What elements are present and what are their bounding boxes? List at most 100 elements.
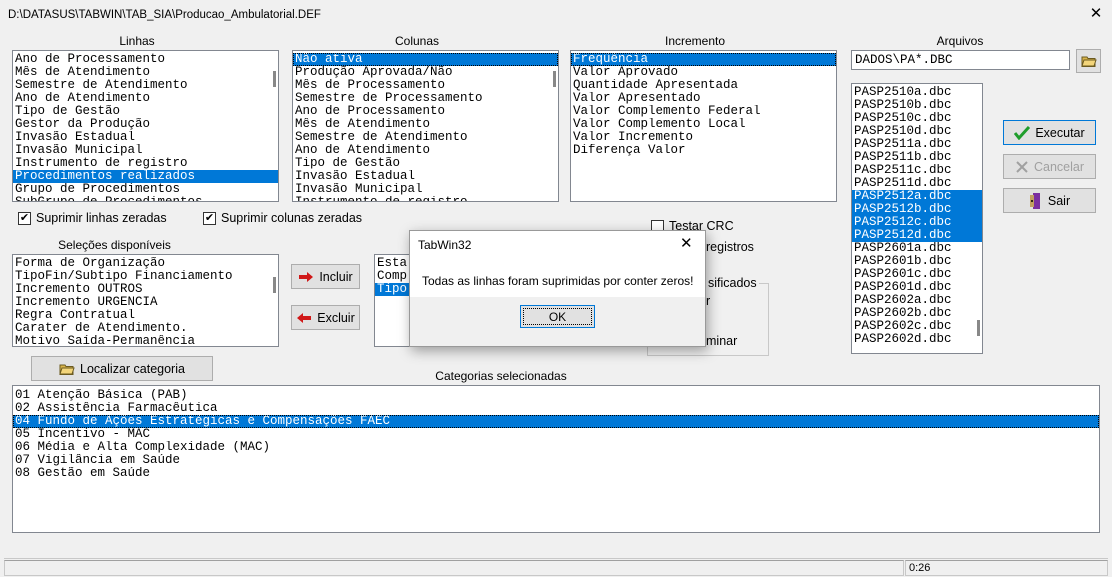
- colunas-item[interactable]: Invasão Municipal: [293, 183, 558, 196]
- selected-items-list[interactable]: Esta Comp Tipo: [374, 254, 414, 347]
- colunas-item[interactable]: Instrumento de registro: [293, 196, 558, 201]
- suprimir-linhas-checkbox[interactable]: ✔ Suprimir linhas zeradas: [18, 211, 167, 225]
- linhas-scrollbar[interactable]: [273, 71, 276, 87]
- linhas-item[interactable]: Procedimentos realizados: [13, 170, 278, 183]
- selecao-item[interactable]: Incremento OUTROS: [13, 283, 278, 296]
- categoria-item[interactable]: 07 Vigilância em Saúde: [13, 454, 1099, 467]
- selected-item[interactable]: Tipo: [375, 283, 413, 296]
- colunas-item[interactable]: Mês de Atendimento: [293, 118, 558, 131]
- arquivo-item[interactable]: PASP2601b.dbc: [852, 255, 982, 268]
- linhas-item[interactable]: Ano de Processamento: [13, 53, 278, 66]
- categoria-item[interactable]: 05 Incentivo - MAC: [13, 428, 1099, 441]
- linhas-item[interactable]: Ano de Atendimento: [13, 92, 278, 105]
- arquivo-item[interactable]: PASP2601a.dbc: [852, 242, 982, 255]
- linhas-item[interactable]: Instrumento de registro: [13, 157, 278, 170]
- linhas-item[interactable]: Grupo de Procedimentos: [13, 183, 278, 196]
- linhas-item[interactable]: Tipo de Gestão: [13, 105, 278, 118]
- incremento-item[interactable]: Valor Complemento Federal: [571, 105, 836, 118]
- selecoes-list[interactable]: Forma de Organização TipoFin/Subtipo Fina…: [12, 254, 279, 347]
- arquivo-item[interactable]: PASP2512c.dbc: [852, 216, 982, 229]
- colunas-item[interactable]: Invasão Estadual: [293, 170, 558, 183]
- arquivo-item[interactable]: PASP2602d.dbc: [852, 333, 982, 346]
- arquivo-item[interactable]: PASP2512d.dbc: [852, 229, 982, 242]
- linhas-list[interactable]: Ano de Processamento Mês de Atendimento Se…: [12, 50, 279, 202]
- folder-open-icon: [59, 364, 75, 375]
- dialog-ok-button[interactable]: OK: [520, 305, 595, 328]
- arquivos-scrollbar[interactable]: [977, 320, 980, 336]
- arquivo-item[interactable]: PASP2602a.dbc: [852, 294, 982, 307]
- sair-button[interactable]: Sair: [1003, 188, 1096, 213]
- selecoes-scrollbar[interactable]: [273, 277, 276, 293]
- arquivo-item[interactable]: PASP2512a.dbc: [852, 190, 982, 203]
- incremento-item[interactable]: Freqüência: [571, 53, 836, 66]
- arquivo-item[interactable]: PASP2601d.dbc: [852, 281, 982, 294]
- suprimir-colunas-checkbox[interactable]: ✔ Suprimir colunas zeradas: [203, 211, 362, 225]
- arquivo-item[interactable]: PASP2602b.dbc: [852, 307, 982, 320]
- arquivo-item[interactable]: PASP2511d.dbc: [852, 177, 982, 190]
- cancelar-button[interactable]: Cancelar: [1003, 154, 1096, 179]
- colunas-item[interactable]: Ano de Processamento: [293, 105, 558, 118]
- focus-rect: [523, 308, 592, 325]
- linhas-item[interactable]: Invasão Estadual: [13, 131, 278, 144]
- linhas-item[interactable]: Semestre de Atendimento: [13, 79, 278, 92]
- arquivo-item[interactable]: PASP2510d.dbc: [852, 125, 982, 138]
- selecao-item[interactable]: Carater de Atendimento.: [13, 322, 278, 335]
- arquivo-item[interactable]: PASP2512b.dbc: [852, 203, 982, 216]
- localizar-categoria-label: Localizar categoria: [80, 361, 185, 376]
- dialog-close-icon[interactable]: ✕: [680, 234, 693, 252]
- categoria-item[interactable]: 01 Atenção Básica (PAB): [13, 389, 1099, 402]
- incremento-item[interactable]: Valor Incremento: [571, 131, 836, 144]
- arquivos-list[interactable]: PASP2510a.dbc PASP2510b.dbc PASP2510c.dbc P…: [851, 83, 983, 354]
- incremento-list[interactable]: Freqüência Valor Aprovado Quantidade Apres…: [570, 50, 837, 202]
- categorias-list[interactable]: 01 Atenção Básica (PAB) 02 Assistência Fa…: [12, 385, 1100, 533]
- incluir-button[interactable]: Incluir: [291, 264, 360, 289]
- colunas-item[interactable]: Mês de Processamento: [293, 79, 558, 92]
- selecao-item[interactable]: Motivo Saída-Permanência: [13, 335, 278, 346]
- categoria-item[interactable]: 02 Assistência Farmacêutica: [13, 402, 1099, 415]
- selected-item[interactable]: Esta: [375, 257, 413, 270]
- colunas-scrollbar[interactable]: [553, 71, 556, 87]
- eliminar-button-partial[interactable]: minar: [706, 334, 737, 348]
- selecao-item[interactable]: Regra Contratual: [13, 309, 278, 322]
- selected-item[interactable]: Comp: [375, 270, 413, 283]
- excluir-button[interactable]: Excluir: [291, 305, 360, 330]
- localizar-categoria-button[interactable]: Localizar categoria: [31, 356, 213, 381]
- incremento-item[interactable]: Diferença Valor: [571, 144, 836, 157]
- selecao-item[interactable]: Incremento URGENCIA: [13, 296, 278, 309]
- categorias-label: Categorias selecionadas: [435, 369, 567, 383]
- executar-button[interactable]: Executar: [1003, 120, 1096, 145]
- incremento-item[interactable]: Valor Apresentado: [571, 92, 836, 105]
- colunas-item[interactable]: Não ativa: [293, 53, 558, 66]
- categoria-item[interactable]: 04 Fundo de Ações Estratégicas e Compens…: [13, 415, 1099, 428]
- arquivo-item[interactable]: PASP2511c.dbc: [852, 164, 982, 177]
- linhas-item[interactable]: Gestor da Produção: [13, 118, 278, 131]
- colunas-item[interactable]: Semestre de Atendimento: [293, 131, 558, 144]
- selecao-item[interactable]: Forma de Organização: [13, 257, 278, 270]
- arquivo-item[interactable]: PASP2511b.dbc: [852, 151, 982, 164]
- colunas-item[interactable]: Ano de Atendimento: [293, 144, 558, 157]
- arquivo-item[interactable]: PASP2511a.dbc: [852, 138, 982, 151]
- arquivo-item[interactable]: PASP2510c.dbc: [852, 112, 982, 125]
- arquivo-item[interactable]: PASP2510a.dbc: [852, 86, 982, 99]
- arquivos-input[interactable]: DADOS\PA*.DBC: [851, 50, 1070, 70]
- arquivo-item[interactable]: PASP2602c.dbc: [852, 320, 982, 333]
- window-close-icon[interactable]: ✕: [1086, 5, 1106, 23]
- categoria-item[interactable]: 08 Gestão em Saúde: [13, 467, 1099, 480]
- colunas-list[interactable]: Não ativa Produção Aprovada/Não Mês de Pro…: [292, 50, 559, 202]
- colunas-item[interactable]: Semestre de Processamento: [293, 92, 558, 105]
- categoria-item[interactable]: 06 Média e Alta Complexidade (MAC): [13, 441, 1099, 454]
- linhas-item[interactable]: SubGrupo de Procedimentos: [13, 196, 278, 201]
- incremento-item[interactable]: Valor Complemento Local: [571, 118, 836, 131]
- colunas-item[interactable]: Produção Aprovada/Não: [293, 66, 558, 79]
- arquivo-item[interactable]: PASP2601c.dbc: [852, 268, 982, 281]
- selecao-item[interactable]: TipoFin/Subtipo Financiamento: [13, 270, 278, 283]
- incremento-item[interactable]: Valor Aprovado: [571, 66, 836, 79]
- arquivo-item[interactable]: PASP2510b.dbc: [852, 99, 982, 112]
- checkmark-icon: [1014, 125, 1031, 140]
- incremento-item[interactable]: Quantidade Apresentada: [571, 79, 836, 92]
- colunas-item[interactable]: Tipo de Gestão: [293, 157, 558, 170]
- linhas-item[interactable]: Mês de Atendimento: [13, 66, 278, 79]
- browse-folder-button[interactable]: [1076, 49, 1101, 73]
- classified-option-1[interactable]: r: [706, 294, 710, 308]
- linhas-item[interactable]: Invasão Municipal: [13, 144, 278, 157]
